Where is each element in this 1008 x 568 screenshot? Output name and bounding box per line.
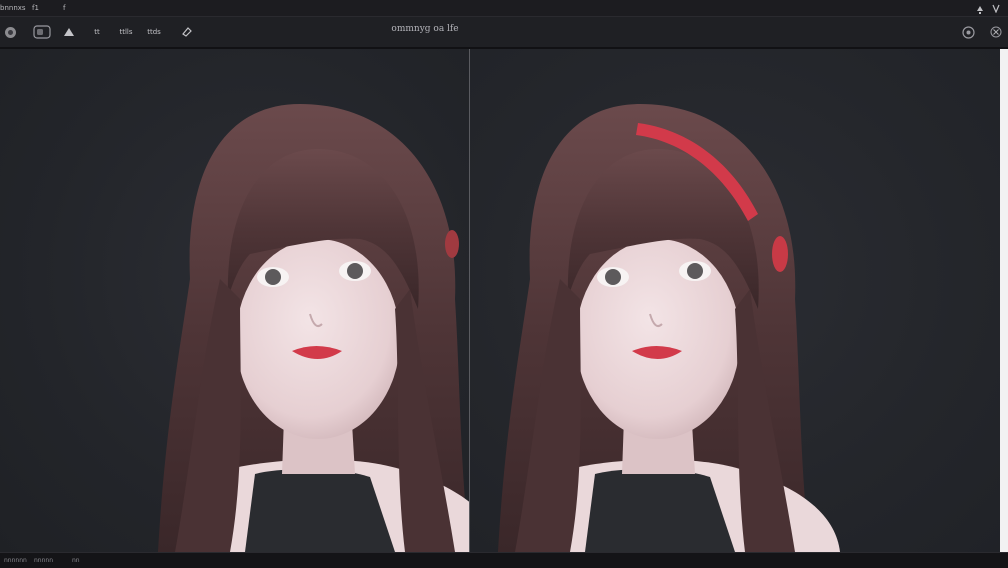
- status-item-1: nnnnnn: [4, 557, 27, 564]
- portrait-original: [158, 104, 469, 552]
- app-menu-label[interactable]: bnnnxs: [0, 0, 26, 16]
- status-item-2: nnnnn: [34, 557, 54, 564]
- menu-item-1[interactable]: f1: [32, 0, 39, 16]
- document-title: ommnyg oa lfe: [391, 24, 459, 34]
- menu-bar: bnnnxs f1 f: [0, 0, 1008, 17]
- status-item-3: nn: [72, 557, 80, 564]
- portrait-with-red-headband: [498, 104, 840, 552]
- menu-item-2[interactable]: f: [63, 0, 65, 16]
- right-image-panel[interactable]: [470, 49, 1008, 552]
- left-image-panel[interactable]: [0, 49, 469, 552]
- settings-icon[interactable]: [960, 17, 976, 47]
- status-bar: nnnnnn nnnnn nn: [0, 552, 1008, 568]
- image-canvas: [0, 49, 1008, 552]
- scrollbar-track[interactable]: [1000, 49, 1008, 552]
- toolbar: tt ttlls ttds ommnyg oa lfe: [0, 17, 1008, 49]
- close-icon[interactable]: [988, 17, 1004, 47]
